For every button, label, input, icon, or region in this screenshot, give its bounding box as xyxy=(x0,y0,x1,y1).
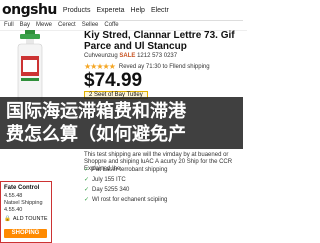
category-item[interactable]: Coffe xyxy=(104,22,118,28)
feature-list: ✓ Pat Laser terrobant shipping ✓ July 155 … xyxy=(84,165,242,205)
lock-icon: 🔒 xyxy=(4,216,11,222)
product-image[interactable] xyxy=(12,30,48,104)
nav-item-products[interactable]: Products xyxy=(63,7,91,14)
shipping-label: Natsel Shipping xyxy=(4,200,43,206)
price-control-box: Fate Control 4.55.48 Natsel Shipping 4.5… xyxy=(0,181,52,243)
price-box-title: Fate Control xyxy=(4,185,40,191)
nav-item-electr[interactable]: Electr xyxy=(151,7,169,14)
product-price: $74.99 xyxy=(84,70,143,91)
category-item[interactable]: Mewe xyxy=(36,22,52,28)
shipping-line: Cuhveunzug SALE 1212 573 0237 xyxy=(84,53,240,59)
banner-line-2: 费怎么算（如何避免产 xyxy=(6,124,186,145)
nav-item-expereta[interactable]: Expereta xyxy=(97,7,125,14)
stock-label: ALD TOUNTE xyxy=(12,216,48,222)
shipping-price: 4.55.40 xyxy=(4,207,23,213)
site-logo[interactable]: ongshu xyxy=(2,2,57,18)
list-item: ✓ Wl rost for echanent scipiing xyxy=(84,197,168,203)
overlay-banner: 国际海运滞箱费和滞港 费怎么算（如何避免产 xyxy=(0,97,243,149)
check-icon: ✓ xyxy=(84,167,90,173)
shop-button[interactable]: SHOPING xyxy=(4,229,47,238)
shipping-prefix: Cuhveunzug xyxy=(84,53,118,59)
banner-line-1: 国际海运滞箱费和滞港 xyxy=(6,101,186,122)
rating-text: Reved ay 71:30 to Fllend shipping xyxy=(118,63,210,70)
check-icon: ✓ xyxy=(84,187,90,193)
list-item: ✓ Pat Laser terrobant shipping xyxy=(84,167,168,173)
sale-label: SALE xyxy=(119,53,136,59)
top-bar: ongshu Products Expereta Help Electr xyxy=(0,0,243,21)
price-value: 4.55.48 xyxy=(4,193,23,199)
list-item: ✓ July 155 ITC xyxy=(84,177,126,183)
category-item[interactable]: Cerect xyxy=(58,22,76,28)
check-icon: ✓ xyxy=(84,197,90,203)
nav-item-help[interactable]: Help xyxy=(131,7,145,14)
shipping-suffix: 1212 573 0237 xyxy=(137,53,178,59)
main-nav: Products Expereta Help Electr xyxy=(63,7,169,14)
category-item[interactable]: Full xyxy=(4,22,14,28)
stock-row: 🔒 ALD TOUNTE xyxy=(4,216,51,222)
category-item[interactable]: Sellee xyxy=(82,22,99,28)
check-icon: ✓ xyxy=(84,177,90,183)
category-item[interactable]: Bay xyxy=(20,22,30,28)
list-item: ✓ Day 5255 340 xyxy=(84,187,130,193)
product-title: Kiy Stred, Clannar Lettre 73. Gif Parce … xyxy=(84,30,235,52)
